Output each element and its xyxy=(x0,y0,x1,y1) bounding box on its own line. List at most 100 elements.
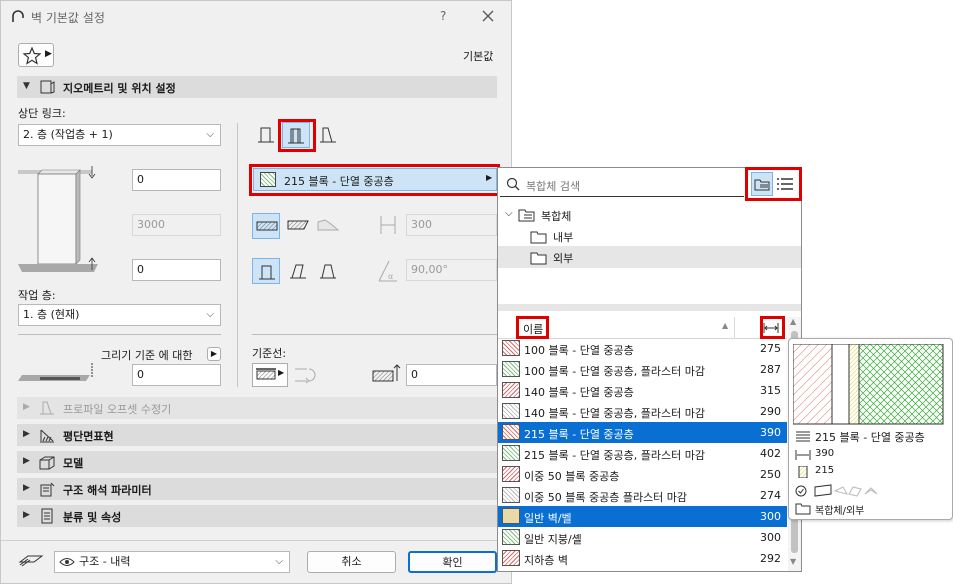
slant-single-button[interactable] xyxy=(284,258,312,284)
help-button[interactable]: ? xyxy=(440,9,446,23)
column-divider xyxy=(237,123,238,387)
composite-list-row[interactable]: 140 블록 - 단열 중공층, 플라스터 마감 290 xyxy=(498,401,787,422)
tree-item-label: 복합체 xyxy=(541,210,572,223)
top-link-value: 2. 층 (작업층 + 1) xyxy=(23,128,113,141)
section-floor-plan[interactable]: ▶ 평단면표현 xyxy=(17,424,497,446)
composite-row-name: 이중 50 블록 중공층 xyxy=(524,470,620,483)
thickness-icon xyxy=(795,450,811,460)
preview-skins: 215 xyxy=(815,465,835,476)
section-profile-offset[interactable]: ▶ 프로파일 오프셋 수정기 xyxy=(17,397,497,419)
thickness-icon xyxy=(380,216,396,234)
structure-basic-button[interactable] xyxy=(252,213,280,239)
section-model-label: 모델 xyxy=(63,457,84,470)
composite-list-row[interactable]: 이중 50 블록 중공층 플라스터 마감 274 xyxy=(498,485,787,506)
eye-icon xyxy=(59,558,75,566)
tree-item-exterior[interactable]: 외부 xyxy=(498,246,801,268)
composite-search-field[interactable]: 복합체 검색 xyxy=(500,173,744,197)
composite-swatch-icon xyxy=(502,529,520,545)
composite-row-thickness: 402 xyxy=(760,447,781,460)
slant-straight-button[interactable] xyxy=(252,258,280,284)
scroll-down-icon[interactable]: ▼ xyxy=(790,557,796,566)
flip-reference-icon[interactable] xyxy=(293,365,319,385)
search-icon xyxy=(506,177,520,191)
composite-row-name: 100 블록 - 단열 중공층, 플라스터 마감 xyxy=(524,365,705,378)
composite-list-row[interactable]: 지하층 벽 292 xyxy=(498,548,787,569)
scroll-up-icon[interactable]: ▲ xyxy=(790,317,796,326)
composite-list-row[interactable]: 215 블록 - 단열 중공층 390 xyxy=(498,422,787,443)
relative-height-diagram xyxy=(18,363,93,381)
wall-geometry-straight-button[interactable] xyxy=(252,122,280,148)
defaults-label: 기본값 xyxy=(463,50,494,63)
search-placeholder: 복합체 검색 xyxy=(526,180,581,193)
composite-swatch-icon xyxy=(502,361,520,377)
section-structural[interactable]: ▶ 구조 해석 파라미터 xyxy=(17,478,497,500)
composite-list-row[interactable]: 일반 벽/벨 300 xyxy=(498,506,787,527)
tree-item-label: 외부 xyxy=(553,252,574,265)
folder-icon xyxy=(530,231,547,244)
angle-input[interactable]: 90,00° xyxy=(406,259,497,281)
cancel-button[interactable]: 취소 xyxy=(307,551,396,573)
composite-row-thickness: 390 xyxy=(760,426,781,439)
classification-icon xyxy=(41,508,53,524)
wall-default-settings-dialog: 벽 기본값 설정 ? ▶ 기본값 ▼ 지오메트리 및 위치 설정 상단 링크: … xyxy=(0,0,512,584)
tree-item-label: 내부 xyxy=(553,231,574,244)
highlight-box xyxy=(760,316,785,339)
highlight-box xyxy=(745,167,802,201)
composite-list-row[interactable]: 일반 지붕/셸 300 xyxy=(498,527,787,548)
relative-offset-input[interactable]: 0 xyxy=(132,364,221,386)
reference-line-select[interactable]: ▶ xyxy=(252,363,288,387)
composite-structure-icon xyxy=(287,220,309,230)
composite-list-row[interactable]: 140 블록 - 단열 중공층 315 xyxy=(498,380,787,401)
composite-hatch-icon xyxy=(796,431,810,442)
double-slant-icon xyxy=(320,264,336,279)
skins-icon xyxy=(798,466,808,478)
straight-slant-icon xyxy=(259,265,275,280)
complex-profile-icon xyxy=(317,219,339,231)
thickness-input[interactable]: 300 xyxy=(406,214,497,236)
preview-thickness: 390 xyxy=(815,448,835,459)
composite-list-row[interactable]: 100 블록 - 단열 중공층 275 xyxy=(498,338,787,359)
highlight-box xyxy=(278,119,316,152)
home-story-select[interactable]: 1. 층 (현재) ⌵ xyxy=(18,304,221,326)
composite-swatch-icon xyxy=(502,508,520,524)
geometry-icon xyxy=(40,80,55,94)
single-slant-icon xyxy=(290,264,306,279)
slant-double-button[interactable] xyxy=(314,258,342,284)
structure-profile-button[interactable] xyxy=(314,213,342,239)
structure-function-select[interactable]: 구조 - 내력 ⌵ xyxy=(54,551,290,573)
tree-item-root[interactable]: ⌵ 복합체 xyxy=(498,204,801,226)
top-link-select[interactable]: 2. 층 (작업층 + 1) ⌵ xyxy=(18,124,221,146)
close-icon[interactable] xyxy=(482,10,494,22)
height-input[interactable]: 3000 xyxy=(132,214,221,236)
layer-icon xyxy=(18,555,44,567)
folder-icon xyxy=(795,503,811,515)
bottom-offset-input[interactable]: 0 xyxy=(132,259,221,281)
section-model[interactable]: ▶ 모델 xyxy=(17,451,497,473)
composite-list-row[interactable]: 이중 50 블록 중공층 250 xyxy=(498,464,787,485)
composite-row-thickness: 300 xyxy=(760,531,781,544)
composite-list-row[interactable]: 100 블록 - 단열 중공층, 플라스터 마감 287 xyxy=(498,359,787,380)
composite-row-name: 일반 벽/벨 xyxy=(524,512,572,525)
composite-row-thickness: 275 xyxy=(760,342,781,355)
composite-list-row[interactable]: 215 블록 - 단열 중공층, 플라스터 마감 402 xyxy=(498,443,787,464)
chevron-down-icon: ⌵ xyxy=(206,309,214,320)
splitter[interactable] xyxy=(498,304,801,311)
basic-structure-icon xyxy=(256,221,278,231)
reference-offset-input[interactable]: 0 xyxy=(406,364,497,386)
tree-item-interior[interactable]: 내부 xyxy=(498,225,801,247)
chevron-right-icon: ▶ xyxy=(23,429,30,439)
structure-composite-button[interactable] xyxy=(284,213,312,239)
section-geometry[interactable]: ▼ 지오메트리 및 위치 설정 xyxy=(17,76,497,98)
section-classification[interactable]: ▶ 분류 및 속성 xyxy=(17,505,497,527)
favorites-button[interactable]: ▶ xyxy=(18,43,54,67)
dialog-title: 벽 기본값 설정 xyxy=(31,11,105,25)
ok-button[interactable]: 확인 xyxy=(408,551,497,573)
column-divider xyxy=(734,317,735,338)
wall-geometry-profile-button[interactable] xyxy=(314,122,342,148)
composite-swatch-icon xyxy=(502,340,520,356)
top-offset-input[interactable]: 0 xyxy=(132,169,221,191)
title-bar: 벽 기본값 설정 ? xyxy=(1,1,511,33)
composite-swatch-icon xyxy=(502,445,520,461)
relative-to-menu-button[interactable]: ▶ xyxy=(207,347,221,361)
model-icon xyxy=(39,456,55,470)
